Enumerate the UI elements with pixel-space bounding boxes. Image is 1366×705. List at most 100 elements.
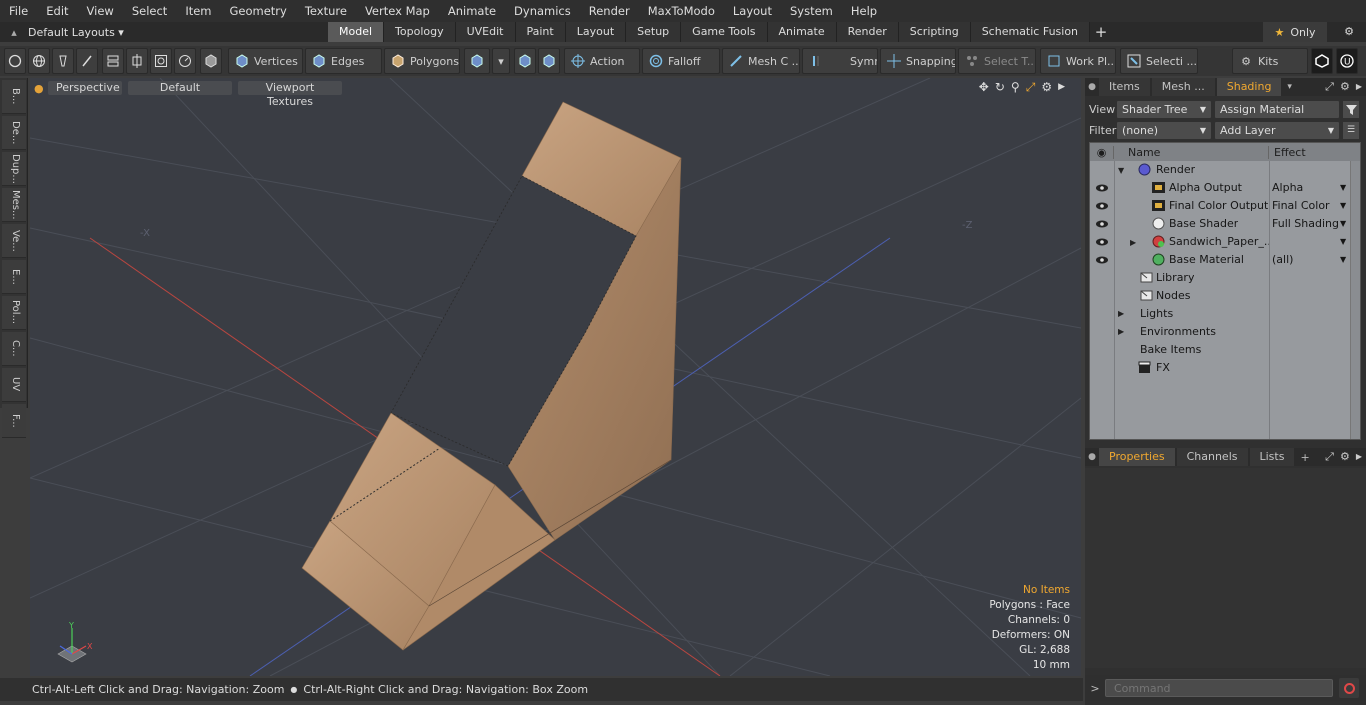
left-tab-edge[interactable]: E... — [2, 260, 26, 294]
tab-properties[interactable]: Properties — [1099, 448, 1175, 466]
menu-system[interactable]: System — [781, 0, 842, 22]
effect-dropdown-arrow-icon[interactable]: ▼ — [1340, 219, 1346, 228]
left-tab-uv[interactable]: UV — [2, 368, 26, 402]
action-center-button[interactable]: Action... — [564, 48, 640, 74]
rotate-view-icon[interactable]: ↻ — [995, 80, 1005, 95]
menu-maxtomodo[interactable]: MaxToModo — [639, 0, 724, 22]
expand-arrow-icon[interactable]: ▶ — [1118, 327, 1124, 336]
tree-row-nodes[interactable]: Nodes — [1090, 287, 1350, 305]
tab-lists[interactable]: Lists — [1249, 448, 1295, 466]
viewport-settings-icon[interactable]: ⚙ — [1041, 80, 1052, 95]
menu-animate[interactable]: Animate — [439, 0, 505, 22]
items-mode-icon[interactable] — [200, 48, 222, 74]
add-layer-dropdown[interactable]: Add Layer ▼ — [1215, 121, 1339, 139]
effect-column-header[interactable]: Effect — [1269, 146, 1306, 159]
kits-button[interactable]: ⚙ Kits — [1232, 48, 1308, 74]
align-icon[interactable] — [102, 48, 124, 74]
view-dropdown[interactable]: Shader Tree ▼ — [1117, 100, 1211, 118]
tree-row-alpha-output[interactable]: Alpha Output Alpha ▼ — [1090, 179, 1350, 197]
effect-dropdown-arrow-icon[interactable]: ▼ — [1340, 255, 1346, 264]
tree-effect-full-shading[interactable]: Full Shading — [1272, 217, 1339, 230]
shading-style-dropdown[interactable]: Default — [128, 81, 232, 95]
left-tab-polygon[interactable]: Pol... — [2, 296, 26, 330]
left-tab-mesh-edit[interactable]: Mes... — [2, 188, 26, 222]
properties-menu-dot-icon[interactable]: ● — [1085, 452, 1099, 462]
tree-row-base-material[interactable]: Base Material (all) ▼ — [1090, 251, 1350, 269]
edges-button[interactable]: Edges — [305, 48, 382, 74]
viewport-menu-dot-icon[interactable]: ● — [34, 82, 44, 95]
tab-scripting[interactable]: Scripting — [898, 22, 971, 42]
properties-settings-icon[interactable]: ⚙ — [1340, 448, 1350, 466]
menu-help[interactable]: Help — [842, 0, 886, 22]
tree-row-fx[interactable]: FX — [1090, 359, 1350, 377]
tree-row-final-color-output[interactable]: Final Color Output Final Color ▼ — [1090, 197, 1350, 215]
layer-options-icon[interactable]: ☰ — [1343, 121, 1359, 139]
visibility-eye-icon[interactable] — [1095, 182, 1109, 194]
expand-arrow-icon[interactable]: ▶ — [1130, 238, 1136, 247]
tab-animate[interactable]: Animate — [767, 22, 837, 42]
name-column-header[interactable]: Name — [1114, 145, 1269, 159]
menu-vertex-map[interactable]: Vertex Map — [356, 0, 439, 22]
menu-view[interactable]: View — [78, 0, 123, 22]
filter-dropdown[interactable]: (none) ▼ — [1117, 121, 1211, 139]
selection-sets-button[interactable]: Selecti ... — [1120, 48, 1198, 74]
maximize-view-icon[interactable]: ⤢ — [1026, 80, 1036, 95]
menu-select[interactable]: Select — [123, 0, 176, 22]
mesh-cleanup-button[interactable]: Mesh C ... — [722, 48, 800, 74]
tree-effect-all[interactable]: (all) — [1272, 253, 1336, 266]
visibility-column-eye-icon[interactable]: ◉ — [1090, 145, 1114, 159]
add-tab-icon[interactable]: + — [1090, 22, 1112, 42]
tab-mesh[interactable]: Mesh ... — [1151, 78, 1215, 96]
record-macro-button[interactable] — [1339, 678, 1359, 698]
panel-play-icon[interactable]: ▶ — [1356, 78, 1362, 96]
perspective-dropdown[interactable]: Perspective — [48, 81, 122, 95]
tab-channels[interactable]: Channels — [1176, 448, 1248, 466]
tab-layout[interactable]: Layout — [565, 22, 627, 42]
menu-render[interactable]: Render — [580, 0, 639, 22]
mode-dropdown-arrow-icon[interactable]: ▾ — [492, 48, 510, 74]
assign-material-button[interactable]: Assign Material — [1215, 100, 1339, 118]
select-circle-icon[interactable] — [4, 48, 26, 74]
filter-funnel-icon[interactable] — [1343, 100, 1359, 118]
menu-geometry[interactable]: Geometry — [221, 0, 296, 22]
command-input[interactable] — [1105, 679, 1333, 697]
unity-icon[interactable] — [1311, 48, 1333, 74]
add-panel-tab-icon[interactable]: + — [1300, 451, 1309, 464]
tree-row-lights[interactable]: ▶ Lights — [1090, 305, 1350, 323]
tree-row-library[interactable]: Library — [1090, 269, 1350, 287]
left-tab-curve[interactable]: C... — [2, 332, 26, 366]
vertices-button[interactable]: Vertices — [228, 48, 303, 74]
tab-game-tools[interactable]: Game Tools — [681, 22, 768, 42]
tab-paint[interactable]: Paint — [515, 22, 566, 42]
tab-items[interactable]: Items — [1099, 78, 1150, 96]
shader-tree-scrollbar[interactable] — [1350, 161, 1360, 439]
tab-schematic-fusion[interactable]: Schematic Fusion — [970, 22, 1091, 42]
left-tab-duplicate[interactable]: Dup... — [2, 152, 26, 186]
tree-effect-final-color[interactable]: Final Color — [1272, 199, 1336, 212]
visibility-eye-icon[interactable] — [1095, 254, 1109, 266]
select-through-button[interactable]: Select T... — [958, 48, 1036, 74]
tree-effect-alpha[interactable]: Alpha — [1272, 181, 1336, 194]
symmetry-shield-icon[interactable] — [514, 48, 536, 74]
panel-menu-dot-icon[interactable]: ● — [1085, 82, 1099, 92]
properties-play-icon[interactable]: ▶ — [1356, 448, 1362, 466]
brush-icon[interactable] — [76, 48, 98, 74]
panel-expand-icon[interactable]: ⤢ — [1325, 78, 1334, 96]
tab-render[interactable]: Render — [836, 22, 899, 42]
tree-row-base-shader[interactable]: Base Shader Full Shading ▼ — [1090, 215, 1350, 233]
polygons-button[interactable]: Polygons — [384, 48, 460, 74]
square-circle-icon[interactable] — [150, 48, 172, 74]
material-mode-icon[interactable] — [464, 48, 490, 74]
tab-setup[interactable]: Setup — [626, 22, 682, 42]
globe-icon[interactable] — [28, 48, 50, 74]
layouts-selector[interactable]: ▴ Default Layouts ▾ — [0, 22, 220, 42]
zoom-view-icon[interactable]: ⚲ — [1011, 80, 1020, 95]
tab-topology[interactable]: Topology — [384, 22, 456, 42]
panel-tabs-dropdown-icon[interactable]: ▾ — [1287, 82, 1292, 92]
3d-viewport[interactable]: -X -Z ● Perspective Default Viewport Tex… — [30, 78, 1081, 676]
viewport-textures-dropdown[interactable]: Viewport Textures — [238, 81, 342, 108]
menu-file[interactable]: File — [0, 0, 37, 22]
tree-row-environments[interactable]: ▶ Environments — [1090, 323, 1350, 341]
effect-dropdown-arrow-icon[interactable]: ▼ — [1340, 237, 1346, 246]
tab-model[interactable]: Model — [328, 22, 385, 42]
